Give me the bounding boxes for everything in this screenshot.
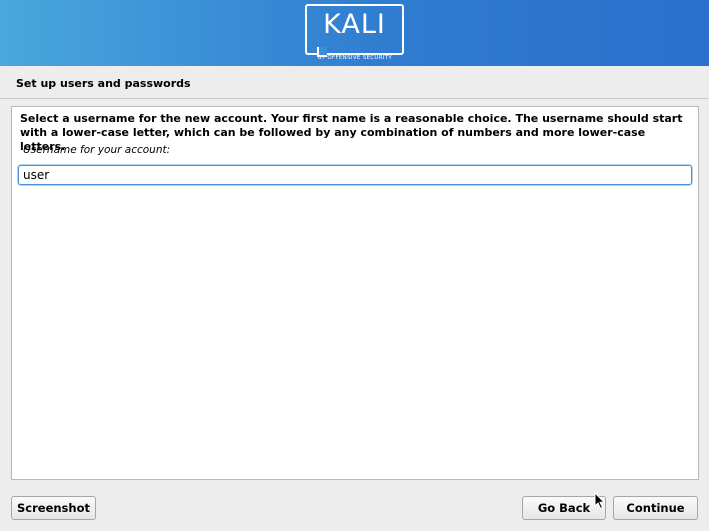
title-divider [0,98,709,99]
logo-text: KALI [323,9,386,40]
continue-button[interactable]: Continue [613,496,698,520]
header-banner: KALI BY OFFENSIVE SECURITY [0,0,709,66]
mouse-pointer-icon [594,492,606,510]
page-title: Set up users and passwords [16,77,191,90]
screenshot-button[interactable]: Screenshot [11,496,96,520]
kali-logo: KALI BY OFFENSIVE SECURITY [305,4,405,62]
username-label: Username for your account: [23,144,171,156]
username-input[interactable] [18,165,692,185]
logo-subtitle: BY OFFENSIVE SECURITY [317,55,393,61]
content-panel: Select a username for the new account. Y… [11,106,699,480]
